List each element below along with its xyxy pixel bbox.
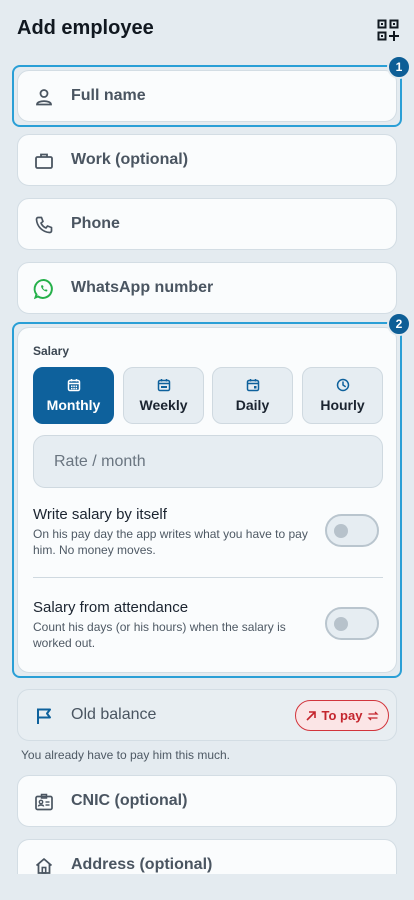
- to-pay-label: To pay: [321, 708, 363, 723]
- flag-icon: [32, 704, 56, 728]
- page-title: Add employee: [17, 17, 154, 39]
- calendar-week-icon: [157, 379, 170, 392]
- period-weekly-button[interactable]: Weekly: [123, 367, 204, 424]
- work-field[interactable]: Work (optional): [17, 134, 397, 186]
- period-hourly-button[interactable]: Hourly: [302, 367, 383, 424]
- work-label: Work (optional): [71, 151, 189, 168]
- whatsapp-field[interactable]: WhatsApp number: [17, 262, 397, 314]
- step-badge-1: 1: [387, 55, 411, 79]
- auto-write-title: Write salary by itself: [33, 506, 167, 523]
- divider: [33, 577, 383, 578]
- balance-hint: You already have to pay him this much.: [21, 748, 231, 762]
- calendar-day-icon: [246, 379, 259, 392]
- id-card-icon: [32, 790, 56, 814]
- to-pay-toggle-button[interactable]: To pay: [295, 700, 389, 731]
- attendance-toggle[interactable]: [325, 607, 379, 640]
- arrow-up-right-icon: [305, 710, 316, 721]
- clock-icon: [336, 378, 349, 392]
- person-icon: [32, 85, 56, 109]
- auto-write-subtitle: On his pay day the app writes what you h…: [33, 527, 308, 557]
- app-header: Add employee: [0, 0, 414, 60]
- qr-add-icon: [377, 19, 399, 41]
- whatsapp-icon: [32, 277, 56, 301]
- old-balance-field[interactable]: Old balance To pay: [17, 689, 397, 741]
- cnic-field[interactable]: CNIC (optional): [17, 775, 397, 827]
- auto-write-toggle[interactable]: [325, 514, 379, 547]
- rate-placeholder: Rate / month: [54, 453, 146, 470]
- address-field[interactable]: Address (optional): [17, 839, 397, 879]
- salary-card: Salary Monthly Weekly Daily Hourly Rate …: [17, 327, 397, 673]
- attendance-title: Salary from attendance: [33, 599, 189, 616]
- toggle-knob: [334, 617, 348, 631]
- whatsapp-label: WhatsApp number: [71, 279, 214, 296]
- qr-add-button[interactable]: [374, 16, 402, 44]
- attendance-subtitle: Count his days (or his hours) when the s…: [33, 620, 286, 650]
- period-weekly-label: Weekly: [139, 397, 188, 413]
- swap-icon: [367, 711, 380, 720]
- full-name-label: Full name: [71, 87, 146, 104]
- calendar-icon: [67, 379, 80, 392]
- toggle-knob: [334, 524, 348, 538]
- briefcase-icon: [32, 149, 56, 173]
- period-daily-label: Daily: [235, 397, 270, 413]
- phone-field[interactable]: Phone: [17, 198, 397, 250]
- period-daily-button[interactable]: Daily: [212, 367, 293, 424]
- bottom-fade: [0, 874, 414, 900]
- old-balance-label: Old balance: [71, 706, 157, 723]
- phone-icon: [32, 213, 56, 237]
- period-monthly-label: Monthly: [46, 397, 101, 413]
- salary-section-title: Salary: [33, 344, 70, 358]
- phone-label: Phone: [71, 215, 120, 232]
- rate-input[interactable]: Rate / month: [33, 435, 383, 488]
- cnic-label: CNIC (optional): [71, 792, 188, 809]
- step-badge-2: 2: [387, 312, 411, 336]
- period-monthly-button[interactable]: Monthly: [33, 367, 114, 424]
- period-hourly-label: Hourly: [320, 397, 365, 413]
- full-name-field[interactable]: Full name: [17, 70, 397, 122]
